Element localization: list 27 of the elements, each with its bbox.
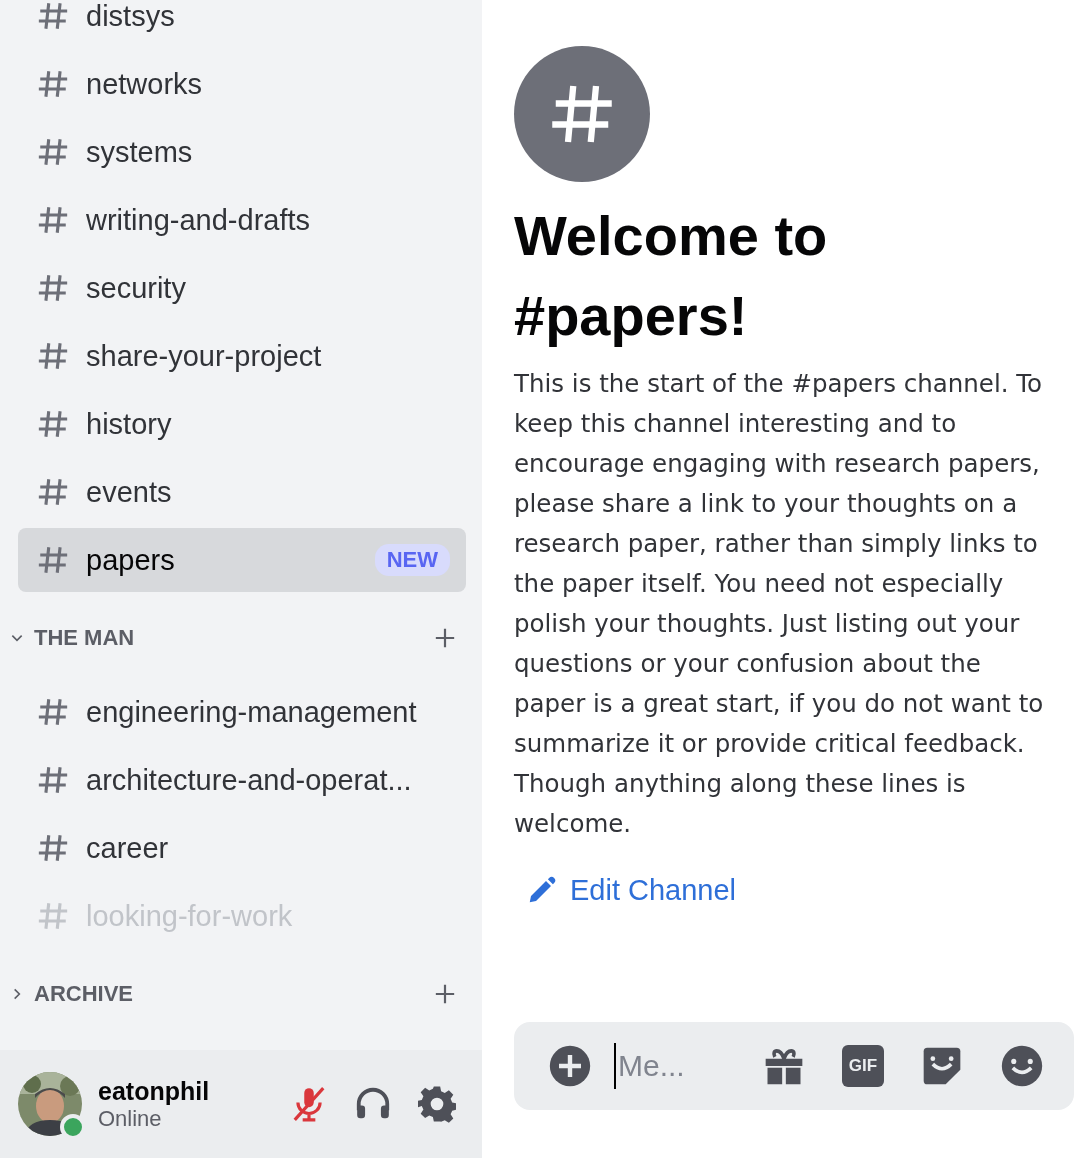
gif-button[interactable]: GIF <box>842 1045 884 1087</box>
channel-item[interactable]: papers NEW <box>18 528 466 592</box>
channel-item[interactable]: writing-and-drafts <box>18 188 466 252</box>
emoji-icon[interactable] <box>1000 1044 1044 1088</box>
user-status: Online <box>98 1105 163 1132</box>
new-badge: NEW <box>374 544 450 576</box>
add-icon[interactable] <box>548 1044 592 1088</box>
channel-item[interactable]: career <box>18 816 466 880</box>
channel-item[interactable]: security <box>18 256 466 320</box>
welcome-title: Welcome to #papers! <box>514 203 829 349</box>
channel-item[interactable]: engineering-management <box>18 680 466 744</box>
settings-icon[interactable] <box>418 1085 456 1123</box>
channel-description: This is the start of the #papers channel. To keep this channel interesting and to encourage engaging with research papers, please share a link to your thoughts on a research paper, rather than simply links to the paper itself. You need not especially polish your thoughts. Just listing out your questions or your confusion about the paper is a great start, if you do not want to summarize it or provide critical feedback. Though anything along these lines is welcome. <box>514 368 1045 840</box>
edit-channel-link[interactable]: Edit Channel <box>526 874 737 907</box>
channel-item[interactable]: history <box>18 392 466 456</box>
username: eatonphil <box>98 1076 211 1106</box>
channel-item[interactable]: systems <box>18 120 466 184</box>
channel-item[interactable]: architecture-and-operat... <box>18 748 466 812</box>
category-header[interactable]: ARCHIVE <box>34 981 133 1007</box>
channel-item[interactable]: distsys <box>18 0 466 48</box>
channel-item[interactable]: share-your-project <box>18 324 466 388</box>
message-input[interactable]: Me... <box>614 1043 742 1089</box>
add-channel-icon[interactable] <box>434 627 456 649</box>
channel-item[interactable]: events <box>18 460 466 524</box>
add-channel-icon[interactable] <box>434 983 456 1005</box>
category-header[interactable]: THE MAN <box>34 625 135 651</box>
channel-item[interactable]: networks <box>18 52 466 116</box>
